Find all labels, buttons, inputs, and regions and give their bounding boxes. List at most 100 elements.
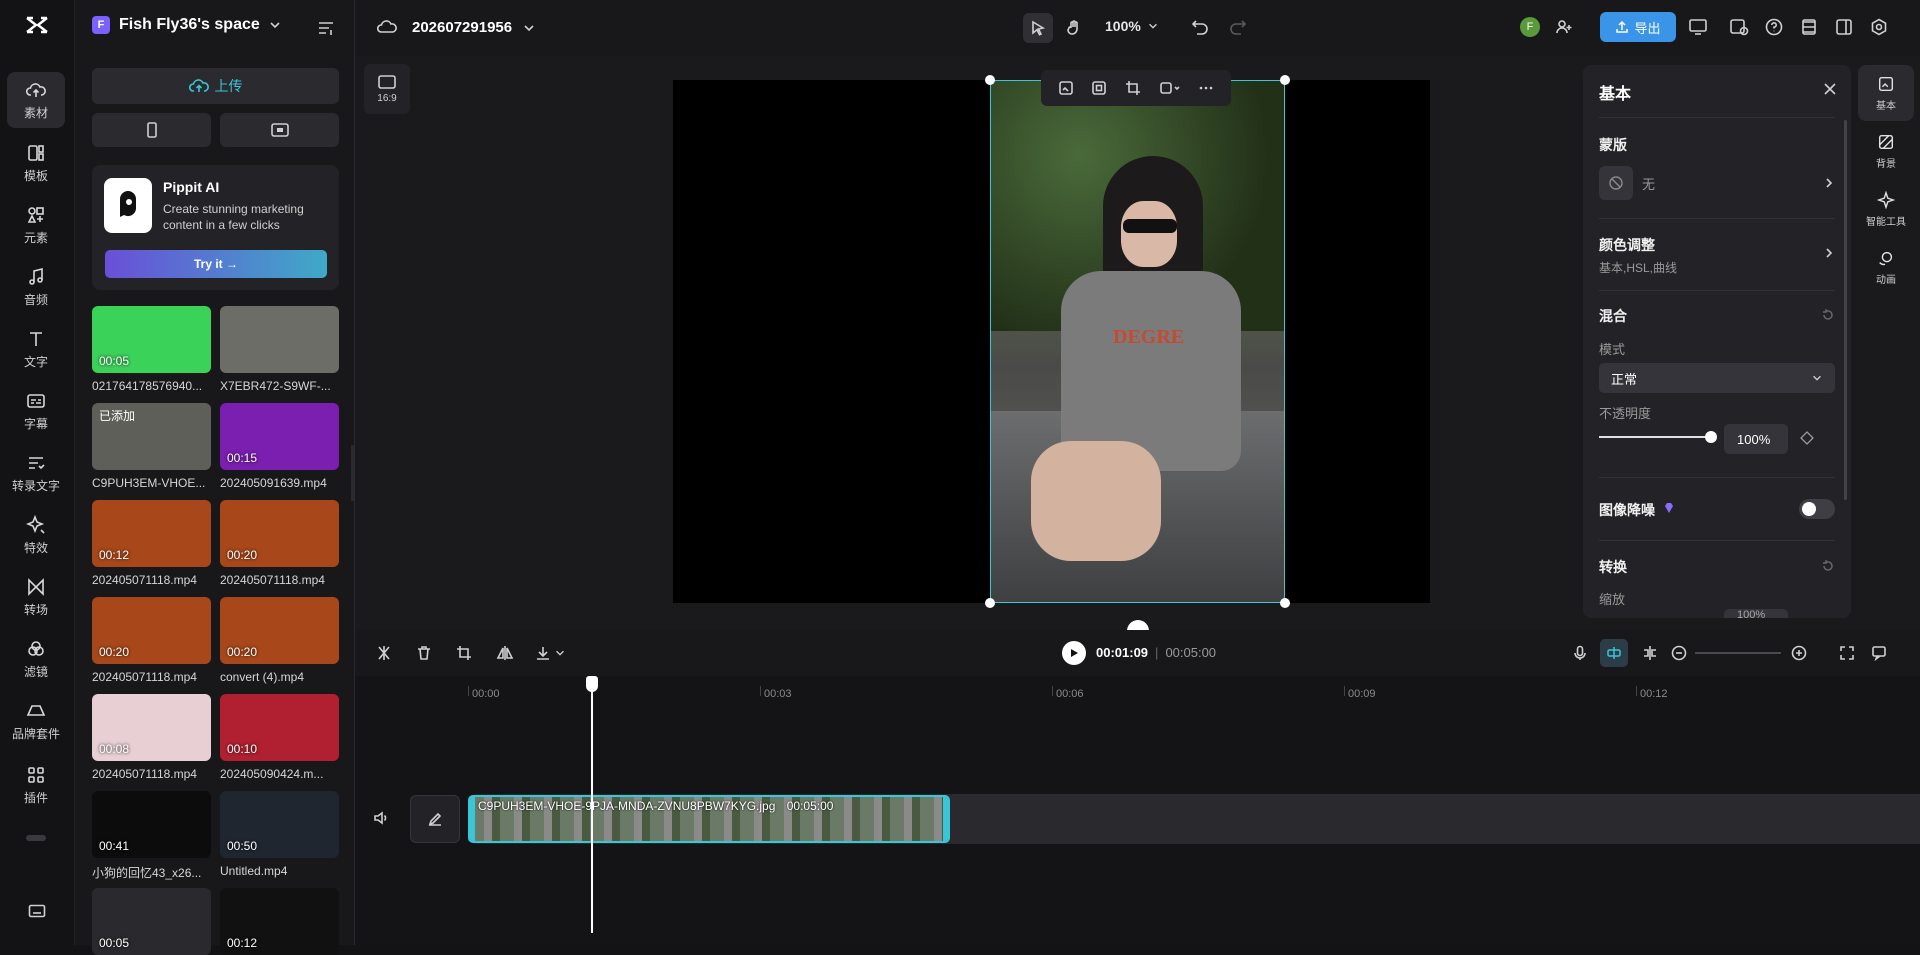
keyframe-icon[interactable] [1800,431,1814,445]
promo-try-button[interactable]: Try it → [105,250,327,278]
opacity-slider-track[interactable] [1599,431,1717,443]
delete-icon[interactable] [416,645,432,661]
transform-label: 转换 [1599,559,1627,575]
clip-left-handle[interactable] [470,797,475,841]
layout-icon[interactable] [1835,18,1853,36]
rail-item-1[interactable]: 素材 [7,72,65,128]
workspace-switcher[interactable]: F Fish Fly36's space [92,16,282,34]
phone-upload-button[interactable] [92,113,211,147]
media-thumbnail[interactable]: 00:05 [92,306,211,373]
download-menu[interactable] [535,645,566,661]
cloud-sync-icon[interactable] [377,18,397,34]
chat-icon[interactable] [1871,645,1887,661]
redo-icon[interactable] [1229,18,1247,36]
split-track-icon[interactable] [1642,645,1658,661]
media-thumbnail[interactable]: 00:20 [220,500,339,567]
split-icon[interactable] [376,645,392,661]
zoom-select[interactable]: 100% [1105,18,1159,34]
media-thumbnail[interactable] [220,306,339,373]
selected-photo-layer[interactable]: DEGRE [990,80,1285,603]
props-tab-2[interactable]: 背景 [1858,123,1914,179]
capcut-logo[interactable] [24,14,50,36]
media-thumbnail[interactable]: 00:08 [92,694,211,761]
undo-icon[interactable] [1191,18,1209,36]
playhead[interactable] [586,676,598,933]
play-button[interactable] [1062,641,1086,665]
list-filter-icon[interactable] [317,19,335,37]
timeline-zoom-slider[interactable] [1695,652,1781,654]
resize-handle-top-left[interactable] [985,75,995,85]
clip-right-handle[interactable] [943,797,948,841]
playhead-handle[interactable] [586,676,598,692]
select-tool-button[interactable] [1023,13,1053,43]
resize-handle-top-right[interactable] [1280,75,1290,85]
microphone-icon[interactable] [1572,645,1588,661]
props-scrollbar[interactable] [1844,120,1847,500]
remove-background-icon[interactable] [1159,80,1181,96]
mask-row[interactable]: 无 [1599,165,1835,201]
screen-record-button[interactable] [220,113,339,147]
aspect-ratio-button[interactable]: 16:9 [364,64,410,114]
flip-icon[interactable] [496,645,514,661]
keyboard-shortcuts-icon[interactable] [28,903,46,919]
close-icon[interactable] [1823,82,1837,96]
media-thumbnail[interactable]: 00:15 [220,403,339,470]
zoom-out-icon[interactable] [1671,645,1687,661]
rail-item-7[interactable]: 转录文字 [7,445,65,501]
replace-image-icon[interactable] [1058,80,1074,96]
video-clip[interactable]: C9PUH3EM-VHOE-9PJA-MNDA-ZVNU8PBW7KYG.jpg… [468,795,950,843]
help-icon[interactable] [1765,18,1783,36]
user-avatar[interactable]: F [1520,17,1540,37]
upload-button[interactable]: 上传 [92,68,339,104]
layers-icon[interactable] [1800,18,1818,36]
track-cover-edit[interactable] [410,795,460,843]
props-tab-4[interactable]: 动画 [1858,239,1914,295]
rail-item-11[interactable]: 品牌套件 [7,693,65,749]
reset-icon[interactable] [1821,559,1835,573]
reset-icon[interactable] [1821,308,1835,322]
opacity-input[interactable]: 100% [1724,424,1788,454]
settings-icon[interactable] [1870,18,1888,36]
speaker-icon[interactable] [373,810,389,826]
review-icon[interactable] [1729,18,1749,36]
props-tab-label: 背景 [1876,158,1896,170]
media-thumbnail[interactable]: 00:10 [220,694,339,761]
media-thumbnail[interactable]: 00:41 [92,791,211,858]
project-title[interactable]: 202607291956 [412,19,536,36]
export-button[interactable]: 导出 [1600,12,1676,42]
resize-handle-bottom-right[interactable] [1280,598,1290,608]
props-tab-3[interactable]: 智能工具 [1858,181,1914,237]
fit-to-screen-icon[interactable] [1839,645,1855,661]
present-icon[interactable] [1688,18,1708,36]
media-thumbnail[interactable]: 已添加 [92,403,211,470]
rail-item-6[interactable]: 字幕 [7,383,65,439]
rail-item-2[interactable]: 模板 [7,135,65,191]
props-tab-1[interactable]: 基本 [1858,65,1914,121]
rail-item-4[interactable]: 音频 [7,259,65,315]
rail-item-8[interactable]: 特效 [7,507,65,563]
media-thumbnail[interactable]: 00:20 [220,597,339,664]
add-collaborator-icon[interactable] [1555,18,1573,36]
resize-handle-bottom-left[interactable] [985,598,995,608]
more-options-icon[interactable] [1198,80,1214,96]
auto-snap-button[interactable] [1600,639,1628,667]
blend-mode-select[interactable]: 正常 [1599,363,1835,393]
crop-icon[interactable] [1125,80,1141,96]
scale-input[interactable]: 100% [1724,609,1788,618]
zoom-in-icon[interactable] [1791,645,1807,661]
crop-icon[interactable] [456,645,472,661]
media-thumbnail[interactable]: 00:12 [92,500,211,567]
media-thumbnail[interactable]: 00:50 [220,791,339,858]
rail-item-12[interactable]: 插件 [7,757,65,813]
rail-item-5[interactable]: 文字 [7,321,65,377]
rail-item-10[interactable]: 滤镜 [7,631,65,687]
opacity-slider-knob[interactable] [1705,431,1717,443]
color-adjust-row[interactable]: 颜色调整 基本,HSL,曲线 [1599,235,1835,275]
hand-tool-button[interactable] [1059,13,1089,43]
denoise-toggle[interactable] [1799,499,1835,519]
rail-item-9[interactable]: 转场 [7,569,65,625]
smart-crop-icon[interactable] [1091,80,1107,96]
media-thumbnail[interactable]: 00:20 [92,597,211,664]
rail-scroll-indicator[interactable] [26,835,46,841]
rail-item-3[interactable]: 元素 [7,197,65,253]
